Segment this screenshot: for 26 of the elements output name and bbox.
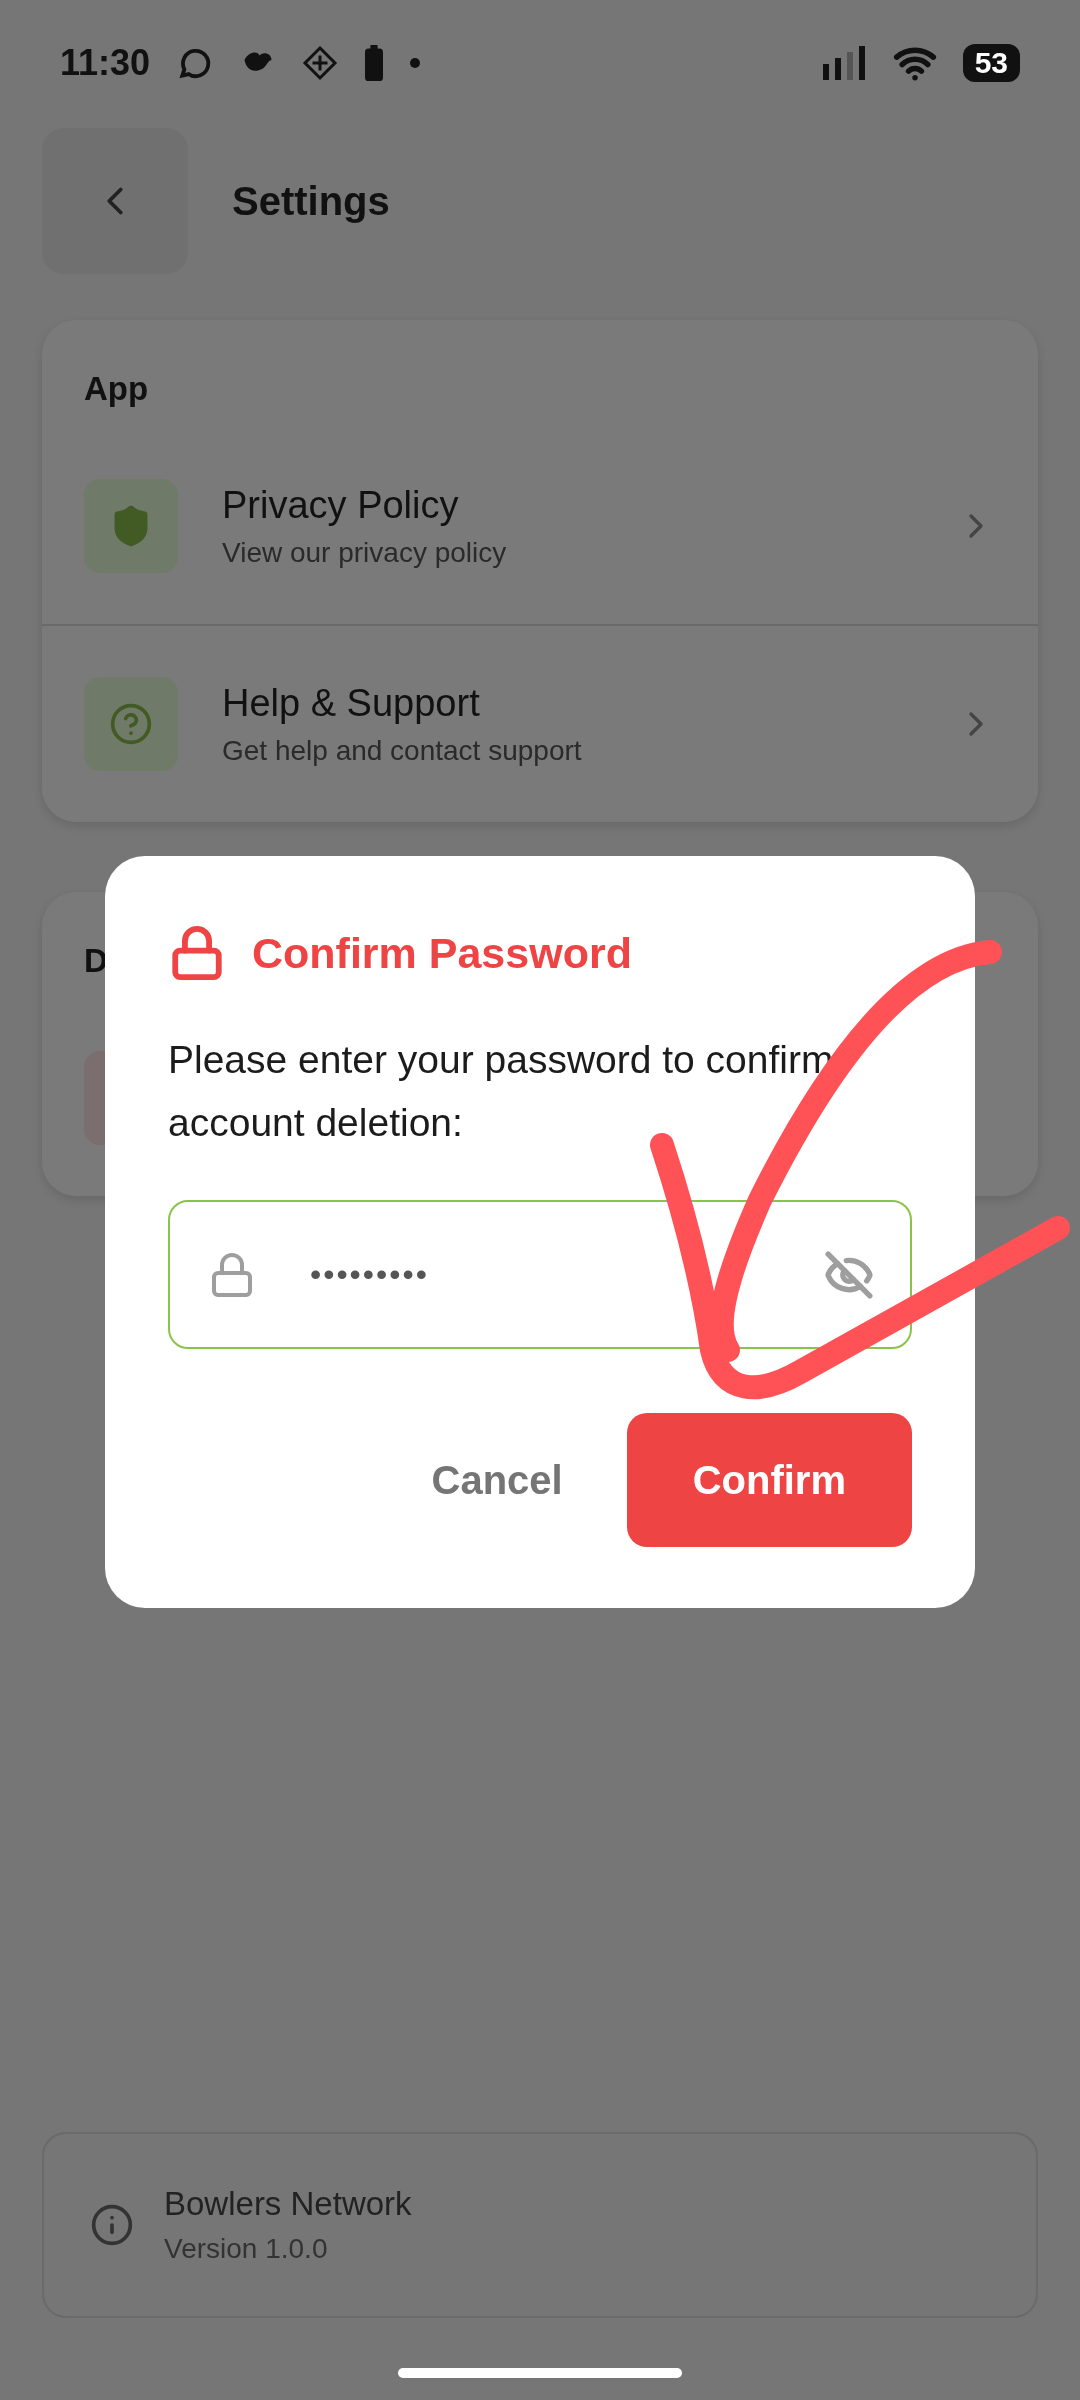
item-subtitle: Get help and contact support bbox=[222, 734, 583, 767]
settings-item[interactable]: Privacy Policy View our privacy policy bbox=[42, 428, 1038, 624]
dot-icon bbox=[410, 58, 421, 68]
signal-icon bbox=[822, 46, 867, 80]
help-icon bbox=[109, 702, 153, 746]
page-title: Settings bbox=[232, 178, 390, 224]
diamond-icon bbox=[302, 45, 339, 81]
info-icon bbox=[90, 2203, 134, 2247]
section-title: D bbox=[83, 941, 109, 981]
status-time: 11:30 bbox=[60, 42, 151, 84]
item-title: Privacy Policy bbox=[222, 483, 460, 527]
confirm-button[interactable]: Confirm bbox=[626, 1413, 912, 1547]
section-title: App bbox=[83, 369, 150, 409]
settings-item[interactable]: Help & Support Get help and contact support bbox=[42, 624, 1038, 822]
battery-icon bbox=[364, 45, 385, 81]
battery-level: 53 bbox=[962, 44, 1020, 82]
dialog-title: Confirm Password bbox=[252, 928, 632, 978]
app-version: Version 1.0.0 bbox=[164, 2233, 329, 2265]
eye-off-icon[interactable] bbox=[824, 1249, 874, 1300]
item-subtitle: View our privacy policy bbox=[222, 536, 508, 569]
cancel-button[interactable]: Cancel bbox=[431, 1413, 563, 1547]
password-input[interactable]: ••••••••• bbox=[308, 1255, 772, 1294]
password-field[interactable]: ••••••••• bbox=[168, 1200, 912, 1349]
item-title: Help & Support bbox=[222, 681, 481, 725]
app-name: Bowlers Network bbox=[164, 2185, 413, 2223]
dialog-message: Please enter your password to confirm account deletion: bbox=[168, 1037, 835, 1146]
